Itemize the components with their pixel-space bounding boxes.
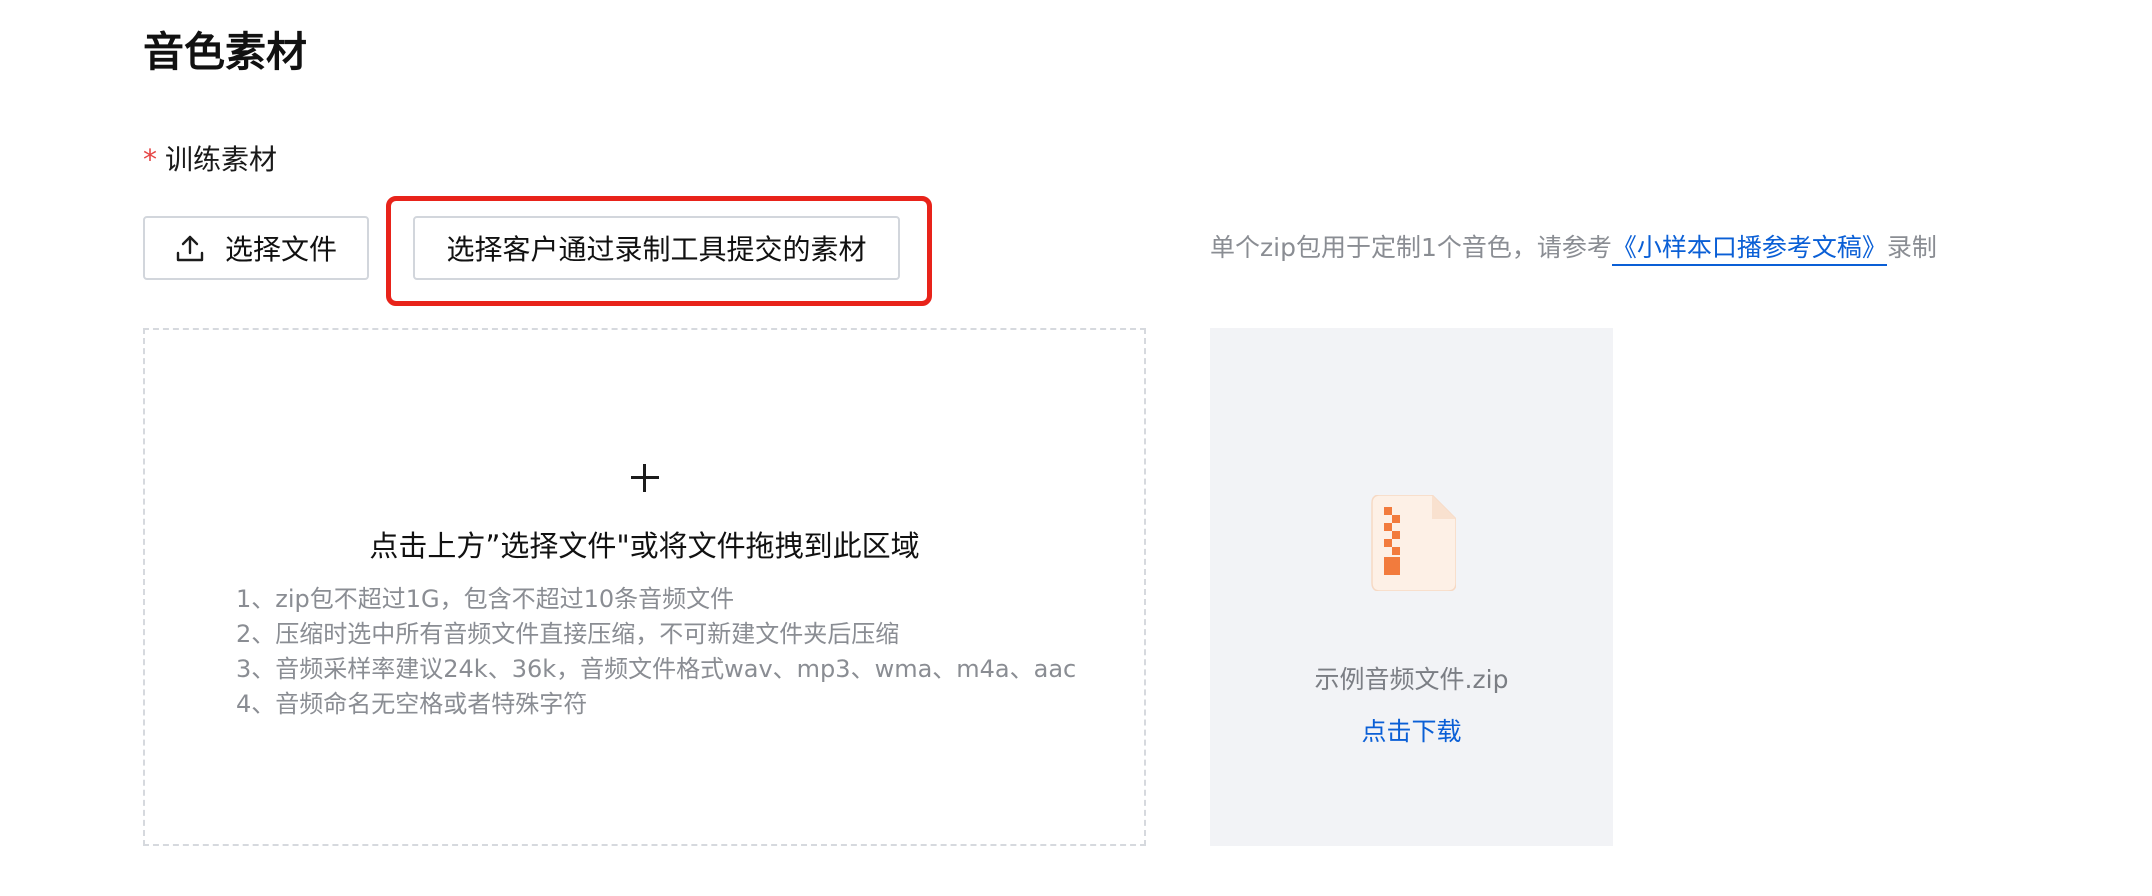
voice-material-section: 音色素材 * 训练素材 选择文件 选择客户通过录制工具提交的素材 单个zip包用于… bbox=[0, 0, 2152, 896]
sample-file-name: 示例音频文件.zip bbox=[1314, 665, 1509, 694]
download-sample-link[interactable]: 点击下载 bbox=[1210, 714, 1613, 750]
reference-script-link[interactable]: 《小样本口播参考文稿》 bbox=[1611, 233, 1887, 266]
hint-suffix: 录制 bbox=[1886, 233, 1937, 262]
upload-rule-item: 1、zip包不超过1G，包含不超过10条音频文件 bbox=[236, 585, 735, 613]
recording-hint: 单个zip包用于定制1个音色，请参考《小样本口播参考文稿》录制 bbox=[1210, 228, 1937, 268]
hint-prefix: 单个zip包用于定制1个音色，请参考 bbox=[1210, 233, 1612, 262]
upload-icon bbox=[176, 235, 204, 262]
sample-file-card: 示例音频文件.zip 点击下载 bbox=[1210, 328, 1613, 846]
select-file-button[interactable]: 选择文件 bbox=[143, 216, 369, 280]
select-customer-material-button[interactable]: 选择客户通过录制工具提交的素材 bbox=[413, 216, 900, 280]
training-material-label: * 训练素材 bbox=[143, 140, 277, 180]
select-file-button-label: 选择文件 bbox=[224, 233, 337, 266]
plus-icon bbox=[631, 464, 659, 492]
select-customer-material-button-label: 选择客户通过录制工具提交的素材 bbox=[446, 233, 867, 266]
training-material-label-text: 训练素材 bbox=[165, 143, 278, 176]
upload-rule-item: 2、压缩时选中所有音频文件直接压缩，不可新建文件夹后压缩 bbox=[236, 620, 900, 648]
dropzone-title: 点击上方”选择文件"或将文件拖拽到此区域 bbox=[369, 529, 920, 563]
required-mark: * bbox=[143, 143, 157, 176]
zip-file-icon bbox=[1371, 495, 1456, 591]
upload-dropzone[interactable]: 点击上方”选择文件"或将文件拖拽到此区域 1、zip包不超过1G，包含不超过10… bbox=[143, 328, 1146, 846]
section-title: 音色素材 bbox=[143, 28, 307, 76]
upload-rule-item: 3、音频采样率建议24k、36k，音频文件格式wav、mp3、wma、m4a、a… bbox=[236, 655, 1077, 683]
upload-rules-list: 1、zip包不超过1G，包含不超过10条音频文件 2、压缩时选中所有音频文件直接… bbox=[236, 582, 1076, 722]
upload-rule-item: 4、音频命名无空格或者特殊字符 bbox=[236, 690, 588, 718]
